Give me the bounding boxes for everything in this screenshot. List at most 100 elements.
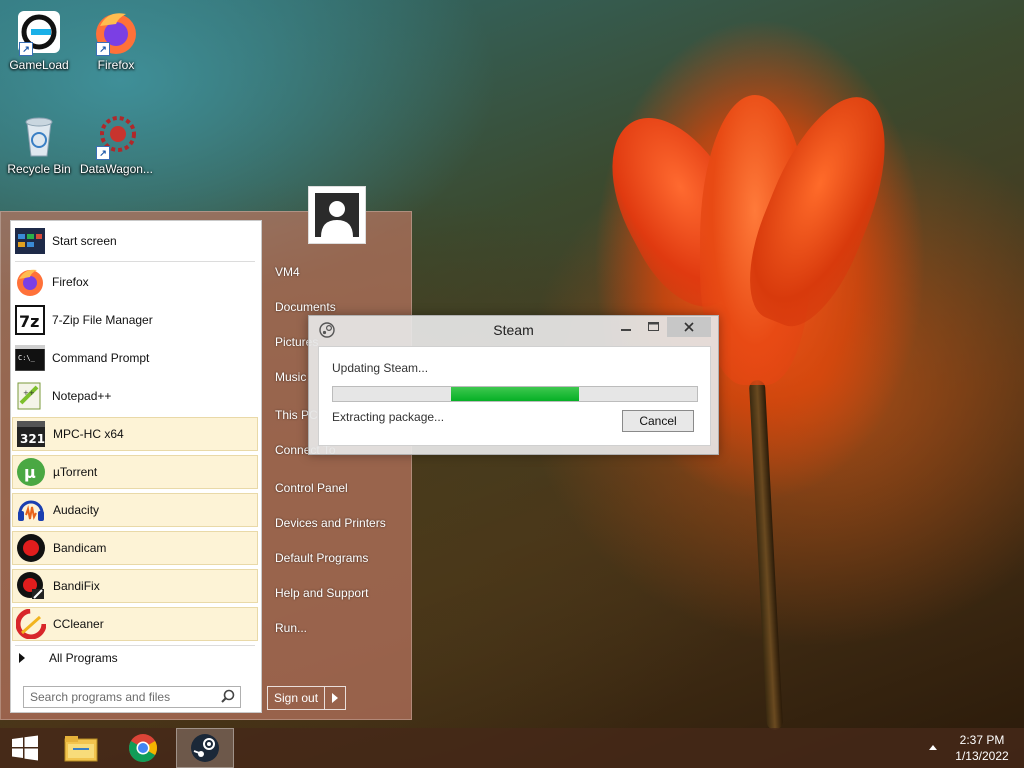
- search-icon[interactable]: [219, 688, 237, 706]
- program-label: Command Prompt: [52, 351, 150, 365]
- clock-date: 1/13/2022: [955, 749, 1009, 763]
- desktop-icon-label: GameLoad: [9, 58, 69, 72]
- firefox-icon: ↗: [92, 8, 140, 56]
- maximize-icon: [647, 322, 659, 331]
- cancel-button[interactable]: Cancel: [622, 410, 694, 432]
- shutdown-options-button[interactable]: [325, 687, 345, 709]
- user-avatar[interactable]: [308, 186, 366, 244]
- program-start-screen[interactable]: Start screen: [12, 224, 258, 258]
- shortcut-arrow-icon: ↗: [96, 146, 110, 160]
- wallpaper-stem: [748, 379, 784, 731]
- firefox-icon: [14, 266, 46, 298]
- desktop-icon-recycle-bin[interactable]: Recycle Bin: [3, 112, 75, 176]
- program-command-prompt[interactable]: C:\_ Command Prompt: [12, 341, 258, 375]
- chrome-icon: [129, 734, 157, 763]
- start-button[interactable]: [0, 728, 50, 768]
- sign-out-group: Sign out: [267, 686, 347, 710]
- chevron-right-icon: [332, 693, 339, 703]
- shortcut-arrow-icon: ↗: [19, 42, 33, 56]
- program-ccleaner[interactable]: CCleaner: [12, 607, 258, 641]
- desktop-icon-datawagon[interactable]: ↗ DataWagon...: [80, 112, 153, 176]
- taskbar: 2:37 PM 1/13/2022: [0, 728, 1024, 768]
- program-audacity[interactable]: Audacity: [12, 493, 258, 527]
- desktop-icon-label: Recycle Bin: [7, 162, 71, 176]
- bandifix-icon: [15, 570, 47, 602]
- audacity-icon: [15, 494, 47, 526]
- program-label: MPC-HC x64: [53, 427, 124, 441]
- program-bandicam[interactable]: Bandicam: [12, 531, 258, 565]
- link-help-support[interactable]: Help and Support: [275, 586, 368, 600]
- steam-update-dialog: Steam Updating Steam... Extracting packa…: [308, 315, 719, 455]
- file-explorer-icon: [64, 736, 98, 762]
- windows-logo-icon: [12, 735, 38, 761]
- mpc-hc-icon: 321: [15, 418, 47, 450]
- program-label: CCleaner: [53, 617, 104, 631]
- update-substatus: Extracting package...: [332, 410, 445, 424]
- svg-text:7z: 7z: [19, 312, 39, 331]
- recycle-bin-icon: [15, 112, 63, 160]
- show-hidden-icons-button[interactable]: [929, 745, 937, 750]
- divider: [15, 261, 255, 262]
- link-run[interactable]: Run...: [275, 621, 307, 635]
- steam-icon: [191, 734, 219, 762]
- program-label: µTorrent: [53, 465, 98, 479]
- utorrent-icon: µ: [15, 456, 47, 488]
- svg-text:++: ++: [23, 389, 35, 397]
- shortcut-arrow-icon: ↗: [96, 42, 110, 56]
- taskbar-chrome[interactable]: [118, 728, 168, 768]
- progress-bar: [332, 386, 698, 402]
- close-icon: [684, 322, 694, 332]
- start-screen-icon: [14, 225, 46, 257]
- program-mpc-hc[interactable]: 321 MPC-HC x64: [12, 417, 258, 451]
- link-control-panel[interactable]: Control Panel: [275, 481, 348, 495]
- desktop-icon-firefox[interactable]: ↗ Firefox: [80, 8, 152, 72]
- program-7zip[interactable]: 7z 7-Zip File Manager: [12, 303, 258, 337]
- gameload-icon: ↗: [15, 8, 63, 56]
- 7zip-icon: 7z: [14, 304, 46, 336]
- bandicam-icon: [15, 532, 47, 564]
- command-prompt-icon: C:\_: [14, 342, 46, 374]
- minimize-icon: [621, 329, 631, 331]
- ccleaner-icon: [15, 608, 47, 640]
- program-label: Firefox: [52, 275, 89, 289]
- program-label: Audacity: [53, 503, 100, 517]
- search-input[interactable]: [23, 686, 241, 708]
- taskbar-steam[interactable]: [176, 728, 234, 768]
- link-default-programs[interactable]: Default Programs: [275, 551, 368, 565]
- link-music[interactable]: Music: [275, 370, 306, 384]
- maximize-button[interactable]: [640, 317, 666, 337]
- divider: [15, 645, 255, 646]
- program-label: Notepad++: [52, 389, 112, 403]
- taskbar-file-explorer[interactable]: [56, 728, 106, 768]
- system-clock[interactable]: 2:37 PM 1/13/2022: [950, 732, 1014, 764]
- all-programs-label: All Programs: [49, 651, 118, 665]
- program-firefox[interactable]: Firefox: [12, 265, 258, 299]
- link-devices-printers[interactable]: Devices and Printers: [275, 516, 386, 530]
- desktop-icon-label: Firefox: [97, 58, 135, 72]
- close-button[interactable]: [667, 317, 711, 337]
- user-icon: [315, 193, 359, 237]
- program-label: BandiFix: [53, 579, 100, 593]
- program-utorrent[interactable]: µ µTorrent: [12, 455, 258, 489]
- program-label: 7-Zip File Manager: [52, 313, 153, 327]
- svg-text:µ: µ: [24, 463, 36, 482]
- program-notepadpp[interactable]: ++ Notepad++: [12, 379, 258, 413]
- start-menu-programs-pane: Start screen Firefox 7z 7-Zip File Manag…: [10, 220, 262, 713]
- start-menu: Start screen Firefox 7z 7-Zip File Manag…: [0, 186, 412, 720]
- svg-text:321: 321: [20, 432, 45, 446]
- link-vm4[interactable]: VM4: [275, 265, 300, 279]
- all-programs-button[interactable]: All Programs: [19, 651, 118, 665]
- link-documents[interactable]: Documents: [275, 300, 336, 314]
- desktop-icon-gameload[interactable]: ↗ GameLoad: [3, 8, 75, 72]
- progress-fill: [451, 387, 579, 401]
- svg-text:C:\_: C:\_: [18, 354, 36, 362]
- dialog-titlebar[interactable]: Steam: [309, 316, 718, 344]
- clock-time: 2:37 PM: [959, 733, 1005, 747]
- sign-out-button[interactable]: Sign out: [268, 687, 326, 709]
- minimize-button[interactable]: [613, 317, 639, 337]
- desktop-icon-label: DataWagon...: [80, 162, 153, 176]
- dialog-body: Updating Steam... Extracting package... …: [318, 346, 711, 446]
- datawagon-icon: ↗: [92, 112, 140, 160]
- program-bandifix[interactable]: BandiFix: [12, 569, 258, 603]
- update-status: Updating Steam...: [332, 361, 429, 375]
